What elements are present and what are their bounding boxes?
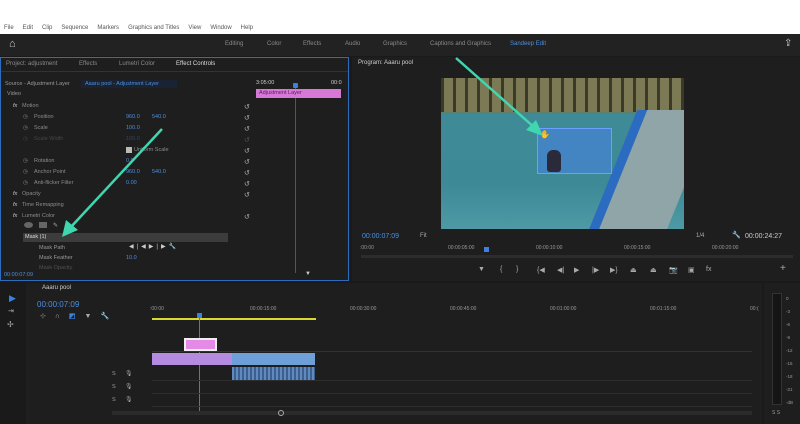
add-button-icon[interactable]: + xyxy=(780,263,786,274)
ruler-label: 00:00:10:00 xyxy=(536,245,563,251)
meter-scale-label: -15 xyxy=(786,361,793,366)
resolution-dropdown[interactable]: 1/4 xyxy=(696,233,704,239)
solo-button[interactable]: S xyxy=(112,397,116,403)
go-to-out-icon[interactable]: ▶} xyxy=(610,266,618,274)
workspace-tab[interactable]: Captions and Graphics xyxy=(430,41,491,47)
mark-out-icon[interactable]: } xyxy=(516,266,518,273)
ruler-label: 00:01:00:00 xyxy=(550,306,577,312)
ruler-label: 00:00:45:00 xyxy=(450,306,477,312)
ruler-label: 00:01:15:00 xyxy=(650,306,677,312)
mark-in-icon[interactable]: { xyxy=(500,266,502,273)
video-clip-1[interactable] xyxy=(152,353,232,365)
scroll-handle[interactable] xyxy=(278,410,284,416)
mic-icon[interactable]: 🎙 xyxy=(125,370,133,377)
ruler-label: 00:00:05:00 xyxy=(448,245,475,251)
adjustment-layer-clip[interactable] xyxy=(184,338,217,351)
workspace-tab[interactable]: Color xyxy=(267,41,281,47)
workspace-tab[interactable]: Sandeep Edit xyxy=(510,41,546,47)
workspace-tab[interactable]: Effects xyxy=(303,41,321,47)
go-to-in-icon[interactable]: {◀ xyxy=(537,266,545,274)
timeline-panel: ▶ ⇥ ✢ Aaaru pool 00:00:07:09 ⊹∩◩▼🔧 :00:0… xyxy=(0,283,762,424)
program-scrollbar[interactable] xyxy=(361,255,793,258)
sequence-title[interactable]: Aaaru pool xyxy=(42,285,71,291)
meter-scale-label: -21 xyxy=(786,387,793,392)
step-back-icon[interactable]: ◀| xyxy=(557,266,564,274)
marker-icon[interactable]: ▼ xyxy=(478,266,485,273)
fx-icon[interactable]: fx xyxy=(706,266,711,273)
meter-scale-label: -6 xyxy=(786,322,791,327)
ruler-label: :00:00 xyxy=(150,306,164,312)
comparison-view-icon[interactable]: ▣ xyxy=(688,266,695,274)
wrench-icon[interactable]: 🔧 xyxy=(732,231,741,239)
timeline-tools[interactable]: ⊹∩◩▼🔧 xyxy=(40,312,118,320)
meter-scale-label: -dB xyxy=(786,400,794,405)
annotation-arrow xyxy=(62,128,163,237)
meter-solo-labels: S S xyxy=(772,410,781,416)
solo-button[interactable]: S xyxy=(112,371,116,377)
ruler-label: 00:00:30:00 xyxy=(350,306,377,312)
extract-icon[interactable]: ⏏ xyxy=(650,266,657,274)
work-area-bar[interactable] xyxy=(152,318,316,320)
workspace-tab[interactable]: Editing xyxy=(225,41,243,47)
solo-button[interactable]: S xyxy=(112,384,116,390)
timeline-scrollbar[interactable] xyxy=(112,411,752,415)
ruler-label: 00:00:20:00 xyxy=(712,245,739,251)
mic-icon[interactable]: 🎙 xyxy=(125,383,133,390)
export-frame-icon[interactable]: 📷 xyxy=(669,266,678,274)
audio-clip[interactable] xyxy=(232,367,315,380)
mic-icon[interactable]: 🎙 xyxy=(125,396,133,403)
track-select-tool-icon[interactable]: ⇥ xyxy=(8,307,14,315)
fit-dropdown[interactable]: Fit xyxy=(420,233,450,239)
share-icon[interactable]: ⇪ xyxy=(784,38,792,49)
timeline-timecode: 00:00:07:09 xyxy=(37,300,80,309)
meter-scale-label: -18 xyxy=(786,374,793,379)
play-icon[interactable]: ▶ xyxy=(574,266,579,274)
meter-scale-label: -12 xyxy=(786,348,793,353)
annotation-arrow-2 xyxy=(455,57,543,136)
meter-scale-label: -9 xyxy=(786,335,791,340)
program-playhead[interactable] xyxy=(484,247,489,252)
lift-icon[interactable]: ⏏ xyxy=(630,266,637,274)
workspace-tab[interactable]: Audio xyxy=(345,41,360,47)
ruler-label: :00:00 xyxy=(360,245,374,251)
workspace-tab[interactable]: Graphics xyxy=(383,41,407,47)
step-forward-icon[interactable]: |▶ xyxy=(592,266,599,274)
meter-scale-label: -3 xyxy=(786,309,791,314)
program-timecode: 00:00:07:09 xyxy=(362,233,399,240)
swimmer xyxy=(547,150,561,172)
program-duration: 00:00:24:27 xyxy=(745,233,782,240)
video-clip-2[interactable] xyxy=(232,353,315,365)
meter-scale-label: 0 xyxy=(786,296,789,301)
ruler-label: 00:00:15:00 xyxy=(624,245,651,251)
ripple-tool-icon[interactable]: ✢ xyxy=(7,320,14,329)
ruler-label: 00:00:15:00 xyxy=(250,306,277,312)
ruler-label: 00:( xyxy=(750,306,759,312)
audio-meter: 0 -3 -6 -9 -12 -15 -18 -21 -dB S S xyxy=(764,283,800,424)
selection-tool-icon[interactable]: ▶ xyxy=(9,293,16,304)
